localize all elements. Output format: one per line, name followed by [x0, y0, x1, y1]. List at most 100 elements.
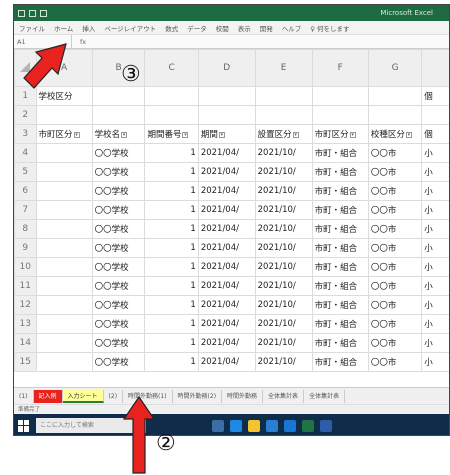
cell[interactable]: 1: [144, 352, 199, 372]
cell[interactable]: 市町・組合: [311, 143, 369, 163]
explorer-icon[interactable]: [248, 419, 260, 432]
cell[interactable]: 学校名 ▾: [91, 124, 146, 144]
cell[interactable]: 2021/04/: [197, 257, 256, 277]
edge-icon[interactable]: [230, 419, 242, 432]
cell[interactable]: 〇〇学校: [91, 181, 146, 201]
sheet-tab[interactable]: (2): [104, 389, 124, 403]
cell[interactable]: 小: [421, 314, 449, 334]
cell[interactable]: 〇〇学校: [91, 333, 146, 353]
cell[interactable]: 〇〇市: [367, 181, 423, 201]
cell[interactable]: 2021/10/: [254, 276, 313, 296]
menu-item[interactable]: ホーム: [54, 23, 73, 33]
cell[interactable]: [311, 105, 369, 125]
cell[interactable]: [35, 314, 93, 334]
row-header[interactable]: 12: [14, 295, 37, 315]
cell[interactable]: 2021/04/: [197, 238, 256, 258]
word-taskbar-icon[interactable]: [320, 419, 332, 432]
cell[interactable]: 市町・組合: [311, 276, 369, 296]
row-header[interactable]: 7: [14, 200, 37, 220]
cell[interactable]: 〇〇学校: [91, 257, 146, 277]
menu-item[interactable]: ファイル: [19, 23, 45, 33]
menu-item[interactable]: 挿入: [82, 23, 95, 33]
cell[interactable]: 市町・組合: [311, 257, 369, 277]
cell[interactable]: 1: [144, 295, 199, 315]
cell[interactable]: 1: [144, 238, 199, 258]
task-view-icon[interactable]: [212, 419, 224, 432]
row-header[interactable]: 6: [14, 181, 37, 201]
sheet-tab[interactable]: 全体集計表: [263, 389, 305, 403]
cell[interactable]: 1: [144, 333, 199, 353]
cell[interactable]: [35, 352, 93, 372]
cell[interactable]: 2021/10/: [254, 143, 313, 163]
cell[interactable]: 小: [421, 295, 449, 315]
cell[interactable]: 小: [421, 352, 449, 372]
cell[interactable]: 2021/04/: [197, 295, 256, 315]
cell[interactable]: 市町・組合: [311, 314, 369, 334]
cell[interactable]: 〇〇市: [367, 314, 423, 334]
cell[interactable]: [254, 86, 313, 106]
cell[interactable]: 市町・組合: [311, 295, 369, 315]
cell[interactable]: 2021/10/: [254, 238, 313, 258]
cell[interactable]: [35, 219, 93, 239]
row-header[interactable]: 11: [14, 276, 37, 296]
cell[interactable]: [197, 105, 256, 125]
cell[interactable]: 校種区分 ▾: [367, 124, 423, 144]
cell[interactable]: 〇〇学校: [91, 219, 146, 239]
cell[interactable]: 2021/04/: [197, 276, 256, 296]
undo-icon[interactable]: [29, 9, 36, 17]
cell[interactable]: 市町・組合: [311, 181, 369, 201]
menu-item[interactable]: 開発: [260, 23, 273, 33]
mail-icon[interactable]: [284, 419, 296, 432]
menu-item[interactable]: 校閲: [216, 23, 229, 33]
cell[interactable]: [35, 181, 93, 201]
cell[interactable]: [144, 105, 199, 125]
sheet-tab[interactable]: 時間外勤務(2): [173, 389, 223, 403]
cell[interactable]: 2021/04/: [197, 352, 256, 372]
filter-dropdown-icon[interactable]: ▾: [292, 131, 299, 138]
cell[interactable]: 市町・組合: [311, 219, 369, 239]
cell[interactable]: [35, 276, 93, 296]
cell[interactable]: 〇〇市: [367, 162, 423, 182]
cell[interactable]: 〇〇市: [367, 333, 423, 353]
cell[interactable]: [367, 105, 423, 125]
cell[interactable]: 市町・組合: [311, 333, 369, 353]
cell[interactable]: [35, 143, 93, 163]
row-header[interactable]: 10: [14, 257, 37, 277]
cell[interactable]: [311, 86, 369, 106]
cell[interactable]: 〇〇学校: [91, 143, 146, 163]
cell[interactable]: 〇〇学校: [91, 314, 146, 334]
row-header[interactable]: 9: [14, 238, 37, 258]
cell[interactable]: [254, 105, 313, 125]
filter-dropdown-icon[interactable]: ▾: [349, 131, 356, 138]
cell[interactable]: 2021/04/: [197, 200, 256, 220]
cell[interactable]: 1: [144, 314, 199, 334]
cell[interactable]: 2021/10/: [254, 200, 313, 220]
cell[interactable]: [35, 200, 93, 220]
cell[interactable]: 2021/04/: [197, 162, 256, 182]
cell[interactable]: [35, 295, 93, 315]
row-header[interactable]: 2: [14, 105, 37, 125]
cell[interactable]: [35, 238, 93, 258]
row-header[interactable]: 15: [14, 352, 37, 372]
cell[interactable]: 小: [421, 333, 449, 353]
cell[interactable]: 市町・組合: [311, 352, 369, 372]
cell[interactable]: 1: [144, 276, 199, 296]
cell[interactable]: 〇〇学校: [91, 295, 146, 315]
cell[interactable]: 1: [144, 257, 199, 277]
cell[interactable]: 小: [421, 276, 449, 296]
redo-icon[interactable]: [40, 9, 47, 17]
cell[interactable]: 〇〇市: [367, 295, 423, 315]
cell[interactable]: 〇〇学校: [91, 162, 146, 182]
cell[interactable]: [91, 86, 146, 106]
cell[interactable]: 2021/10/: [254, 295, 313, 315]
cell[interactable]: 1: [144, 200, 199, 220]
store-icon[interactable]: [266, 419, 278, 432]
cell[interactable]: 市町区分 ▾: [311, 124, 369, 144]
cell[interactable]: 個: [421, 124, 449, 144]
cell[interactable]: [421, 105, 449, 125]
cell[interactable]: 期間 ▾: [197, 124, 256, 144]
cell[interactable]: 市町区分 ▾: [35, 124, 93, 144]
row-header[interactable]: 13: [14, 314, 37, 334]
menu-item[interactable]: データ: [187, 23, 207, 33]
column-header[interactable]: F: [311, 49, 369, 87]
